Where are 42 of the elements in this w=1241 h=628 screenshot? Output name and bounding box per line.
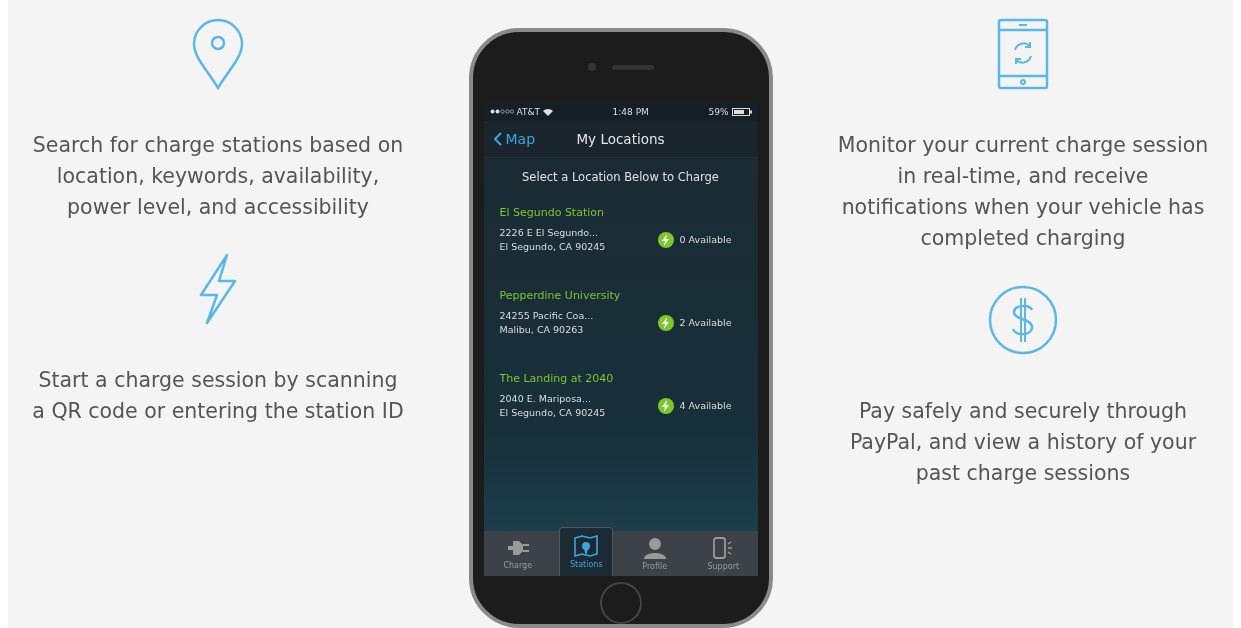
street-address: 2226 E El Segundo... [499,227,600,239]
charge-bolt-icon [657,398,674,414]
tab-bar-item[interactable]: Support [696,531,751,576]
station-name[interactable]: El Segundo Station [499,206,742,220]
dollar-coin-icon [987,284,1059,356]
tab-bar-item[interactable]: Charge [490,531,545,576]
availability-count: 4 Available [679,400,733,412]
phone-sync-icon [997,18,1049,90]
instruction-text: Select a Location Below to Charge [521,170,720,185]
station-name[interactable]: The Landing at 2040 [499,372,742,386]
carrier-label: AT&T [516,107,540,117]
home-button[interactable] [599,582,642,624]
city-address: El Segundo, CA 90245 [499,407,607,419]
tab-bar-item[interactable]: Stations [559,527,614,576]
person-icon [643,536,666,559]
phone-icon [712,536,735,559]
back-button[interactable]: Map [483,131,546,148]
map-pin-icon [574,535,599,557]
back-chevron-icon [493,132,502,147]
feature-description: Start a charge session by scanning a QR code or entering the station ID [31,367,405,425]
tab-bar-item[interactable]: Profile [627,531,682,576]
feature-description: Pay safely and securely through PayPal, and view a history of your past charge sessions [848,398,1198,487]
city-address: Malibu, CA 90263 [499,324,585,336]
availability-count: 2 Available [679,317,733,329]
map-pin-icon [191,18,245,90]
clock-time: 1:48 PM [612,107,649,117]
feature-description: Search for charge stations based on location, keywords, availability, power level, and accessibility [31,132,405,221]
feature-description: Monitor your current charge session in real-time, and receive notifications when your vehicle has completed charging [836,132,1210,252]
street-address: 24255 Pacific Coa... [499,310,595,322]
station-name[interactable]: Pepperdine University [499,289,742,303]
charge-bolt-icon [657,232,674,248]
battery-icon [731,108,752,116]
signal-icon [489,109,514,115]
wifi-icon [543,108,553,116]
screen-title: My Locations [576,131,665,148]
charge-bolt-icon [657,315,674,331]
city-address: El Segundo, CA 90245 [499,241,607,253]
street-address: 2040 E. Mariposa... [499,393,592,405]
battery-percent: 59% [708,107,729,117]
lightning-bolt-icon [197,253,239,325]
availability-count: 0 Available [679,234,733,246]
speaker-grille [611,64,654,70]
